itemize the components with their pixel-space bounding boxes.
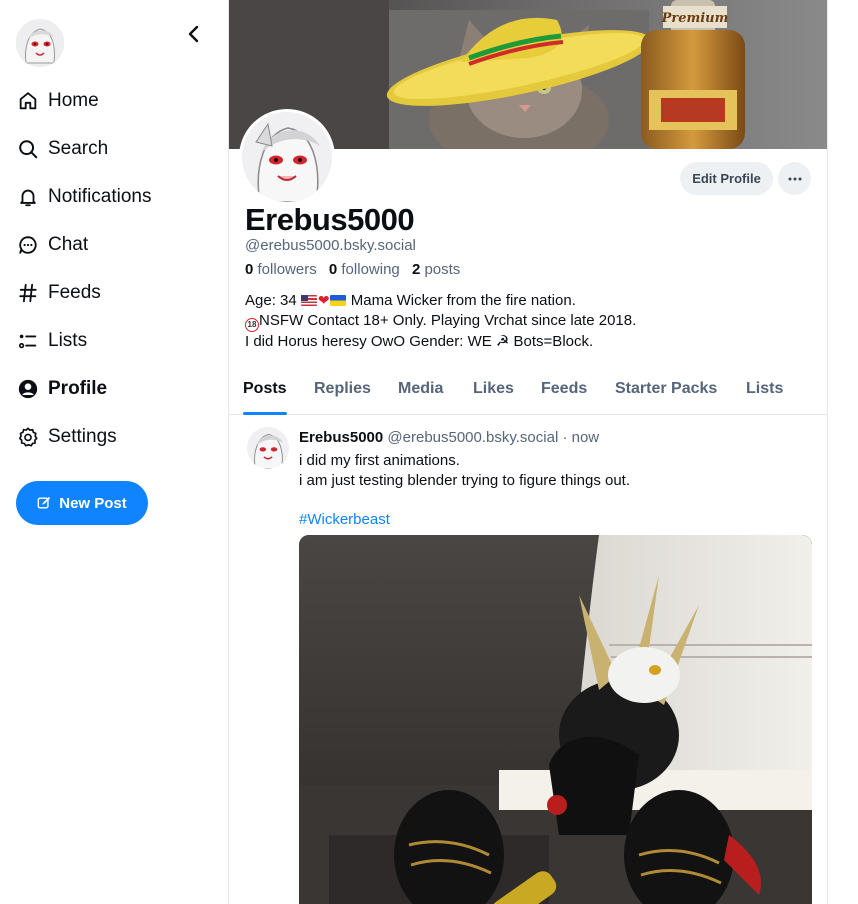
post-author-handle[interactable]: @erebus5000.bsky.social: [387, 429, 558, 446]
bottle-label: Premium: [661, 11, 729, 26]
nav-item-lists[interactable]: Lists: [0, 317, 228, 365]
collapse-sidebar-button[interactable]: [180, 20, 208, 48]
avatar-art: [16, 19, 64, 67]
tab-likes[interactable]: Likes: [473, 366, 514, 414]
nav-item-chat[interactable]: Chat: [0, 221, 228, 269]
nav-item-search[interactable]: Search: [0, 125, 228, 173]
followers-link[interactable]: 0 followers: [245, 261, 317, 278]
profile-stats: 0 followers 0 following 2 posts: [245, 261, 460, 278]
tab-media[interactable]: Media: [398, 366, 443, 414]
profile-avatar[interactable]: [239, 109, 335, 205]
nav-label-settings: Settings: [48, 426, 117, 447]
list-icon: [16, 329, 40, 353]
post-header: Erebus5000 @erebus5000.bsky.social · now: [299, 429, 599, 446]
post-text-line-1: i did my first animations.: [299, 452, 460, 469]
following-count: 0: [328, 261, 338, 278]
nav-item-feeds[interactable]: Feeds: [0, 269, 228, 317]
gear-icon: [16, 425, 40, 449]
ellipsis-icon: [788, 177, 801, 180]
bio-line-2-text: NSFW Contact 18+ Only. Playing Vrchat si…: [259, 312, 637, 329]
display-name: Erebus5000: [245, 202, 415, 237]
followers-label: followers: [257, 261, 317, 278]
bio-line-3: I did Horus heresy OwO Gender: WE ☭ Bots…: [245, 333, 594, 350]
new-post-label: New Post: [59, 494, 127, 512]
profile-bio: Age: 34 ❤ Mama Wicker from the fire nati…: [245, 290, 805, 352]
avatar[interactable]: [16, 19, 64, 67]
posts-label: posts: [424, 261, 461, 278]
tab-starter-packs[interactable]: Starter Packs: [615, 366, 717, 414]
nav-label-notifications: Notifications: [48, 186, 152, 207]
no-under-18-icon: 18: [245, 318, 259, 332]
posts-stat: 2 posts: [412, 261, 460, 278]
post-author-avatar[interactable]: [247, 427, 289, 469]
nav-item-home[interactable]: Home: [0, 77, 228, 125]
bio-line-1: Age: 34 ❤ Mama Wicker from the fire nati…: [245, 290, 805, 311]
bio-line-2: 18 NSFW Contact 18+ Only. Playing Vrchat …: [245, 311, 805, 332]
more-options-button[interactable]: [778, 162, 811, 195]
new-post-button[interactable]: New Post: [16, 481, 148, 525]
nav-label-lists: Lists: [48, 330, 88, 351]
nav-item-profile[interactable]: Profile: [0, 365, 228, 413]
video-frame: [299, 535, 812, 904]
post-avatar-art: [247, 427, 289, 469]
following-link[interactable]: 0 following: [329, 261, 400, 278]
hash-icon: [16, 281, 40, 305]
compose-icon: [37, 496, 51, 510]
main-nav: Home Search Notifications Chat Feeds Lis…: [0, 77, 228, 461]
posts-count: 2: [411, 261, 421, 278]
tab-posts[interactable]: Posts: [243, 366, 287, 415]
home-icon: [16, 89, 40, 113]
nav-label-feeds: Feeds: [48, 282, 101, 303]
following-label: following: [341, 261, 400, 278]
nav-label-search: Search: [48, 138, 109, 159]
tab-feeds[interactable]: Feeds: [541, 366, 587, 414]
bio-age: Age: 34: [245, 292, 297, 309]
left-sidebar: Home Search Notifications Chat Feeds Lis…: [0, 0, 228, 904]
post-text: i did my first animations. i am just tes…: [299, 451, 630, 491]
nav-label-profile: Profile: [48, 378, 108, 399]
nav-label-home: Home: [48, 90, 99, 111]
bell-icon: [16, 185, 40, 209]
tab-replies[interactable]: Replies: [314, 366, 371, 414]
post-hashtag[interactable]: #Wickerbeast: [299, 511, 390, 528]
profile-handle: @erebus5000.bsky.social: [245, 237, 416, 254]
heart-icon: ❤: [317, 292, 330, 308]
feed-post[interactable]: Erebus5000 @erebus5000.bsky.social · now…: [229, 415, 827, 904]
search-icon: [16, 137, 40, 161]
post-text-line-2: i am just testing blender trying to figu…: [299, 472, 631, 489]
bio-line-1-text: Mama Wicker from the fire nation.: [350, 292, 576, 309]
post-video[interactable]: [299, 535, 812, 904]
post-timestamp[interactable]: · now: [562, 429, 599, 446]
chevron-left-icon: [188, 25, 199, 43]
profile-icon: [16, 377, 40, 401]
followers-count: 0: [245, 261, 254, 278]
profile-column: Premium Edit Profile Erebus5000 @erebus5…: [228, 0, 828, 904]
profile-avatar-art: [242, 112, 332, 202]
post-author-name[interactable]: Erebus5000: [299, 429, 383, 446]
nav-item-settings[interactable]: Settings: [0, 413, 228, 461]
ukraine-flag-icon: [329, 295, 346, 306]
profile-tabs: Posts Replies Media Likes Feeds Starter …: [229, 366, 827, 415]
us-flag-icon: [300, 295, 317, 306]
tab-lists[interactable]: Lists: [746, 366, 783, 414]
chat-icon: [16, 233, 40, 257]
nav-label-chat: Chat: [48, 234, 89, 255]
nav-item-notifications[interactable]: Notifications: [0, 173, 228, 221]
edit-profile-button[interactable]: Edit Profile: [680, 162, 773, 195]
